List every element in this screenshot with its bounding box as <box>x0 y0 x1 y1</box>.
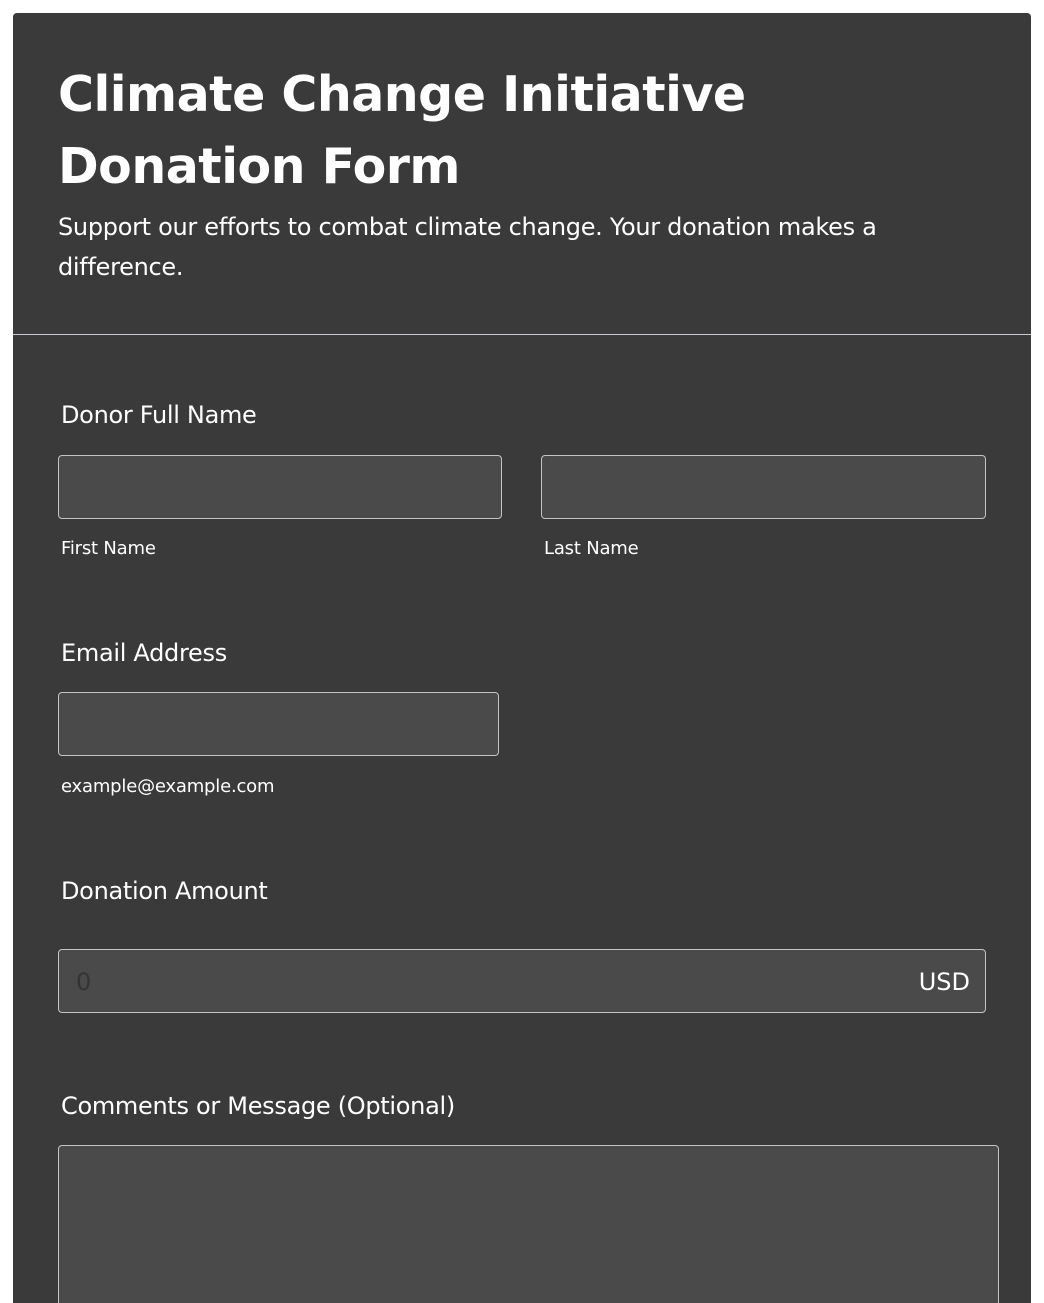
comments-textarea[interactable] <box>58 1145 999 1303</box>
first-name-input[interactable] <box>58 455 502 519</box>
donation-amount-input[interactable]: 0 USD <box>58 949 986 1013</box>
email-address-label: Email Address <box>61 639 227 667</box>
form-header: Climate Change Initiative Donation Form … <box>13 13 1031 335</box>
donation-amount-label: Donation Amount <box>61 877 268 905</box>
last-name-input[interactable] <box>541 455 986 519</box>
email-sublabel: example@example.com <box>61 776 275 797</box>
donation-amount-placeholder: 0 <box>76 968 92 996</box>
currency-label: USD <box>918 968 970 996</box>
form-subtitle: Support our efforts to combat climate ch… <box>58 213 877 281</box>
comments-label: Comments or Message (Optional) <box>61 1092 455 1120</box>
donation-form-card: Climate Change Initiative Donation Form … <box>13 13 1031 1303</box>
donor-full-name-label: Donor Full Name <box>61 401 257 429</box>
last-name-sublabel: Last Name <box>544 538 639 559</box>
email-input[interactable] <box>58 692 499 756</box>
first-name-sublabel: First Name <box>61 538 156 559</box>
form-title: Climate Change Initiative Donation Form <box>58 66 746 195</box>
